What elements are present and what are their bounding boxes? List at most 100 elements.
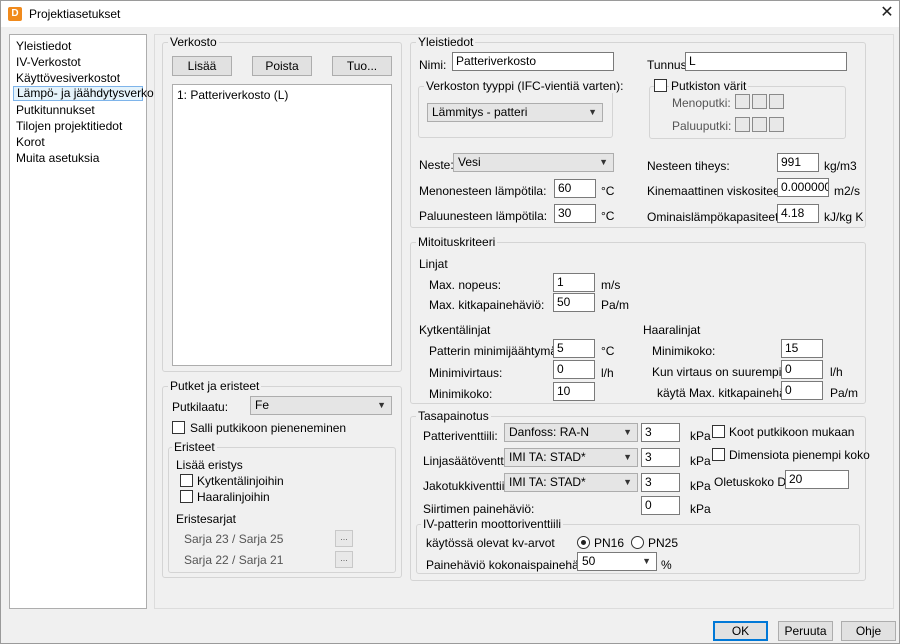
- sidebar-item-kayttovesiverkostot[interactable]: Käyttövesiverkostot: [13, 71, 120, 86]
- sidebar-item-muita-asetuksia[interactable]: Muita asetuksia: [13, 151, 99, 166]
- paluuputki-color-1[interactable]: [735, 117, 750, 132]
- putkilaatu-select[interactable]: Fe ▼: [250, 396, 392, 415]
- sarja-1-label: Sarja 23 / Sarja 25: [184, 532, 284, 546]
- kun-unit: l/h: [830, 365, 843, 379]
- viskositeetti-input[interactable]: 0.0000006: [777, 178, 829, 197]
- lisaa-eristys-label: Lisää eristys: [176, 458, 243, 472]
- menoputki-color-2[interactable]: [752, 94, 767, 109]
- help-button[interactable]: Ohje: [841, 621, 896, 641]
- max-nopeus-input[interactable]: 1: [553, 273, 595, 292]
- menoputki-label: Menoputki:: [672, 96, 731, 110]
- cancel-button[interactable]: Peruuta: [778, 621, 833, 641]
- sidebar-item-yleistiedot[interactable]: Yleistiedot: [13, 39, 71, 54]
- menoneste-label: Menonesteen lämpötila:: [419, 184, 547, 198]
- painehavio-select[interactable]: 50 ▼: [577, 552, 657, 571]
- verkoston-tyyppi-value: Lämmitys - patteri: [432, 105, 528, 119]
- sarja-1-browse-button[interactable]: ...: [335, 530, 353, 547]
- siirtimen-unit: kPa: [690, 502, 711, 516]
- sidebar-item-putkitunnukset[interactable]: Putkitunnukset: [13, 103, 95, 118]
- ominais-label: Ominaislämpökapasiteetti:: [647, 210, 788, 224]
- sidebar-item-korot[interactable]: Korot: [13, 135, 45, 150]
- linjasaatoventtiili-select[interactable]: IMI TA: STAD* ▼: [504, 448, 638, 467]
- kytkentalinjoihin-checkbox[interactable]: [180, 474, 193, 487]
- minimivirtaus-unit: l/h: [601, 366, 614, 380]
- minimivirtaus-input[interactable]: 0: [553, 360, 595, 379]
- max-kitka-input[interactable]: 50: [553, 293, 595, 312]
- ominais-input[interactable]: 4.18: [777, 204, 819, 223]
- menoneste-input[interactable]: 60: [554, 179, 596, 198]
- patteriventtiili-label: Patteriventtiili:: [423, 429, 498, 443]
- max-nopeus-label: Max. nopeus:: [429, 278, 502, 292]
- verkoston-tyyppi-select[interactable]: Lämmitys - patteri ▼: [427, 103, 603, 122]
- haaralinjoihin-checkbox[interactable]: [180, 490, 193, 503]
- linjasaatoventtiili-unit: kPa: [690, 454, 711, 468]
- jakotukkiventtiili-unit: kPa: [690, 479, 711, 493]
- kayta-unit: Pa/m: [830, 386, 859, 400]
- siirtimen-input[interactable]: 0: [641, 496, 680, 515]
- window-title: Projektiasetukset: [29, 7, 121, 21]
- sidebar-item-iv-verkostot[interactable]: IV-Verkostot: [13, 55, 81, 70]
- kytkentalinjat-label: Kytkentälinjat: [419, 323, 491, 337]
- paluuputki-color-3[interactable]: [769, 117, 784, 132]
- max-nopeus-unit: m/s: [601, 278, 621, 292]
- chevron-down-icon: ▼: [623, 452, 632, 462]
- h-minimikoko-input[interactable]: 15: [781, 339, 823, 358]
- dimensiota-checkbox[interactable]: [712, 448, 725, 461]
- patteriventtiili-kpa-input[interactable]: 3: [641, 423, 680, 442]
- minimikoko-input[interactable]: 10: [553, 382, 595, 401]
- linjasaatoventtiili-kpa-input[interactable]: 3: [641, 448, 680, 467]
- settings-category-list[interactable]: Yleistiedot IV-Verkostot Käyttövesiverko…: [9, 34, 173, 609]
- patterin-input[interactable]: 5: [553, 339, 595, 358]
- menoputki-color-3[interactable]: [769, 94, 784, 109]
- linjat-label: Linjat: [419, 257, 448, 271]
- list-item[interactable]: 1: Patteriverkosto (L): [177, 88, 288, 102]
- koot-checkbox[interactable]: [712, 425, 725, 438]
- ok-button[interactable]: OK: [713, 621, 768, 641]
- sarja-2-browse-button[interactable]: ...: [335, 551, 353, 568]
- patteriventtiili-select[interactable]: Danfoss: RA-N ▼: [504, 423, 638, 442]
- title-bar: D Projektiasetukset ✕: [1, 1, 899, 27]
- nimi-label: Nimi:: [419, 58, 447, 72]
- jakotukkiventtiili-kpa-input[interactable]: 3: [641, 473, 680, 492]
- pn25-radio[interactable]: [631, 536, 644, 549]
- pn16-radio[interactable]: [577, 536, 590, 549]
- salli-checkbox[interactable]: [172, 421, 185, 434]
- tunnus-label: Tunnus:: [647, 58, 690, 72]
- chevron-down-icon: ▼: [623, 477, 632, 487]
- chevron-down-icon: ▼: [588, 107, 597, 117]
- putkiston-varit-checkbox[interactable]: [654, 79, 667, 92]
- import-network-button[interactable]: Tuo...: [332, 56, 392, 76]
- sidebar-item-tilojen-projektitiedot[interactable]: Tilojen projektitiedot: [13, 119, 122, 134]
- neste-value: Vesi: [458, 155, 481, 169]
- paluuputki-color-2[interactable]: [752, 117, 767, 132]
- remove-network-button[interactable]: Poista: [252, 56, 312, 76]
- dimensiota-label: Dimensiota pienempi koko: [729, 448, 870, 462]
- kayta-input[interactable]: 0: [781, 381, 823, 400]
- eristesarjat-label: Eristesarjat: [176, 512, 237, 526]
- verkosto-title: Verkosto: [168, 35, 219, 49]
- oletuskoko-input[interactable]: 20: [785, 470, 849, 489]
- jakotukkiventtiili-select[interactable]: IMI TA: STAD* ▼: [504, 473, 638, 492]
- sidebar-item-lampo-ja-jaahdytysverkostot[interactable]: Lämpö- ja jäähdytysverkostot: [13, 86, 173, 101]
- mitoitus-title: Mitoituskriteeri: [416, 235, 498, 249]
- kun-input[interactable]: 0: [781, 360, 823, 379]
- menoputki-color-1[interactable]: [735, 94, 750, 109]
- tiheys-label: Nesteen tiheys:: [647, 159, 730, 173]
- neste-select[interactable]: Vesi ▼: [453, 153, 614, 172]
- nimi-input[interactable]: Patteriverkosto: [452, 52, 614, 71]
- paluuneste-input[interactable]: 30: [554, 204, 596, 223]
- chevron-down-icon: ▼: [377, 400, 386, 410]
- paluuneste-unit: °C: [601, 209, 615, 223]
- jakotukkiventtiili-label: Jakotukkiventtiili:: [423, 479, 514, 493]
- network-list[interactable]: 1: Patteriverkosto (L): [172, 84, 392, 366]
- tunnus-input[interactable]: L: [685, 52, 847, 71]
- patterin-label: Patterin minimijäähtymä:: [429, 344, 561, 358]
- minimivirtaus-label: Minimivirtaus:: [429, 366, 503, 380]
- tiheys-input[interactable]: 991: [777, 153, 819, 172]
- putkilaatu-value: Fe: [255, 398, 270, 412]
- add-network-button[interactable]: Lisää: [172, 56, 232, 76]
- minimikoko-label: Minimikoko:: [429, 387, 493, 401]
- close-icon[interactable]: ✕: [877, 3, 897, 23]
- h-minimikoko-label: Minimikoko:: [652, 344, 716, 358]
- painehavio-value: 50: [582, 554, 596, 568]
